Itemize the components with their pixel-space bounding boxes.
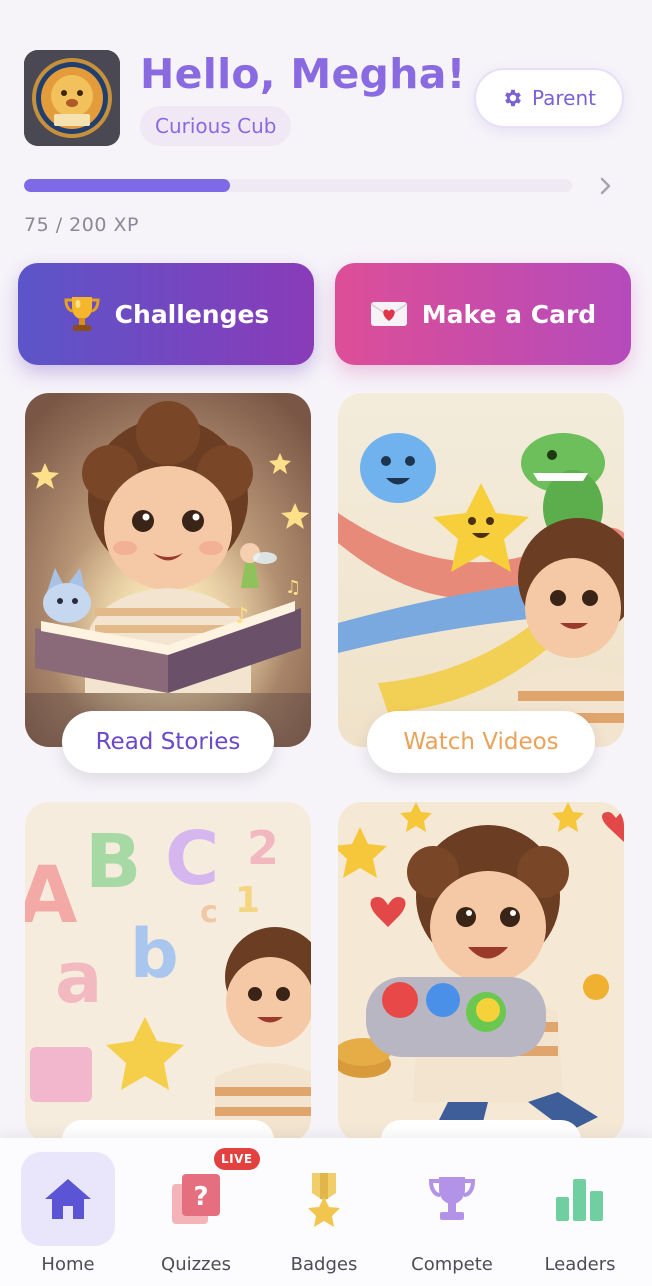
svg-text:♪: ♪ xyxy=(235,604,249,629)
nav-leaders[interactable]: Leaders xyxy=(516,1138,644,1286)
svg-text:2: 2 xyxy=(247,821,279,875)
nav-home-icon-wrap xyxy=(21,1152,115,1246)
make-card-label: Make a Card xyxy=(421,299,597,329)
nav-leaders-label: Leaders xyxy=(544,1254,616,1275)
nav-compete-label: Compete xyxy=(411,1254,493,1275)
svg-text:?: ? xyxy=(193,1182,208,1212)
nav-leaders-icon-wrap xyxy=(533,1152,627,1246)
abc-learning-tile[interactable]: A B C 2 a b c 1 xyxy=(25,802,311,1142)
home-icon xyxy=(45,1179,91,1219)
bottom-navigation: Home ? LIVE Quizzes Badges Compete Leade… xyxy=(0,1138,652,1286)
nav-quizzes-label: Quizzes xyxy=(161,1254,231,1275)
svg-text:♫: ♫ xyxy=(285,577,301,598)
trophy-icon xyxy=(64,297,100,331)
read-stories-illustration: ♪ ♫ xyxy=(25,393,311,747)
nav-badges-icon-wrap xyxy=(277,1152,371,1246)
nav-home[interactable]: Home xyxy=(4,1138,132,1286)
nav-badges[interactable]: Badges xyxy=(260,1138,388,1286)
quiz-card-icon: ? xyxy=(172,1174,220,1224)
medal-icon xyxy=(308,1173,340,1227)
xp-progress-fill xyxy=(24,179,230,192)
games-illustration xyxy=(338,802,624,1142)
svg-text:b: b xyxy=(130,915,179,994)
games-tile[interactable] xyxy=(338,802,624,1142)
gear-icon xyxy=(505,89,521,107)
challenges-button[interactable]: Challenges xyxy=(18,263,314,365)
read-stories-label[interactable]: Read Stories xyxy=(62,711,274,773)
parent-button[interactable]: Parent xyxy=(474,68,624,128)
nav-compete-icon-wrap xyxy=(405,1152,499,1246)
bar-chart-icon xyxy=(556,1179,603,1221)
profile-avatar[interactable] xyxy=(24,50,120,146)
chevron-right-icon xyxy=(600,177,611,195)
make-card-button[interactable]: Make a Card xyxy=(335,263,631,365)
xp-text: 75 / 200 XP xyxy=(24,214,139,236)
challenges-label: Challenges xyxy=(114,299,270,329)
xp-progress-bar xyxy=(24,179,572,192)
watch-videos-label[interactable]: Watch Videos xyxy=(367,711,595,773)
nav-quizzes[interactable]: ? LIVE Quizzes xyxy=(132,1138,260,1286)
svg-text:a: a xyxy=(55,937,102,1019)
envelope-heart-icon xyxy=(370,302,408,326)
read-stories-tile[interactable]: ♪ ♫ xyxy=(25,393,311,747)
rank-badge: Curious Cub xyxy=(140,106,292,146)
greeting-title: Hello, Megha! xyxy=(140,50,466,98)
svg-text:B: B xyxy=(85,819,141,905)
nav-compete[interactable]: Compete xyxy=(388,1138,516,1286)
svg-text:C: C xyxy=(165,816,219,902)
abc-learning-illustration: A B C 2 a b c 1 xyxy=(25,802,311,1142)
watch-videos-tile[interactable] xyxy=(338,393,624,747)
parent-button-label: Parent xyxy=(531,86,597,110)
svg-text:1: 1 xyxy=(235,880,260,921)
svg-text:c: c xyxy=(200,895,218,930)
cup-icon xyxy=(428,1177,476,1220)
nav-badges-label: Badges xyxy=(290,1254,358,1275)
nav-home-label: Home xyxy=(41,1254,95,1275)
live-badge: LIVE xyxy=(214,1148,260,1170)
lion-avatar-image xyxy=(24,50,120,146)
xp-details-button[interactable] xyxy=(594,172,618,200)
svg-text:A: A xyxy=(25,851,77,941)
watch-videos-illustration xyxy=(338,393,624,747)
